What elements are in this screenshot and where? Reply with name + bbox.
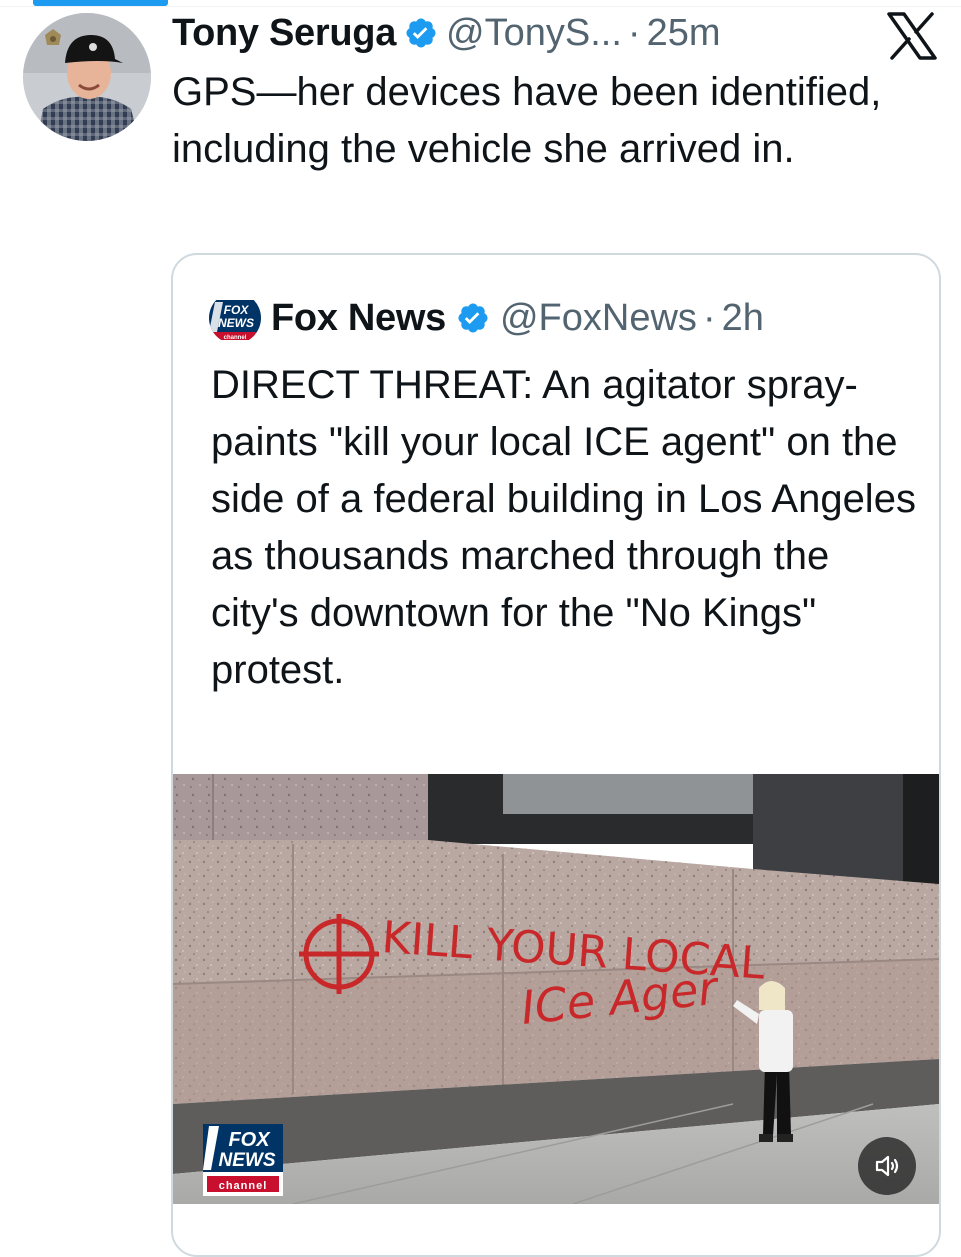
author-avatar[interactable]: [23, 13, 151, 141]
quote-author-name[interactable]: Fox News: [271, 297, 446, 340]
verified-badge-icon: [406, 18, 436, 48]
fox-bug-news: NEWS: [219, 1150, 276, 1171]
fox-news-avatar[interactable]: FOX NEWS channel: [209, 292, 261, 344]
fox-bug-fox: FOX: [228, 1129, 271, 1151]
x-logo-icon: [887, 12, 937, 60]
author-name[interactable]: Tony Seruga: [172, 12, 396, 55]
quote-timestamp[interactable]: 2h: [722, 297, 764, 340]
fox-avatar-text-top: FOX: [224, 303, 250, 317]
fox-news-watermark: FOX NEWS channel: [203, 1124, 283, 1196]
speaker-icon: [875, 1155, 899, 1177]
post-timestamp[interactable]: 25m: [647, 12, 721, 55]
author-handle[interactable]: @TonyS...: [446, 12, 622, 55]
quote-header: FOX NEWS channel Fox News @FoxNews · 2h: [209, 292, 764, 344]
verified-badge-icon: [458, 303, 488, 333]
separator-dot: ·: [702, 296, 716, 339]
post-header: Tony Seruga @TonyS... · 25m: [172, 6, 721, 60]
fox-avatar-text-mid: NEWS: [218, 316, 254, 330]
separator-dot: ·: [627, 11, 641, 54]
fox-avatar-text-bottom: channel: [224, 335, 247, 341]
mute-toggle-button[interactable]: [858, 1137, 916, 1195]
video-thumbnail[interactable]: KILL YOUR LOCAL ICe Ager FOX NEWS channe…: [173, 774, 939, 1204]
quote-text: DIRECT THREAT: An agitator spray-paints …: [211, 363, 916, 692]
quote-author-handle[interactable]: @FoxNews: [500, 297, 697, 340]
fox-bug-channel: channel: [219, 1180, 268, 1192]
post-text: GPS—her devices have been identified, in…: [172, 70, 882, 171]
quoted-post-card[interactable]: FOX NEWS channel Fox News @FoxNews · 2h …: [171, 253, 941, 1257]
